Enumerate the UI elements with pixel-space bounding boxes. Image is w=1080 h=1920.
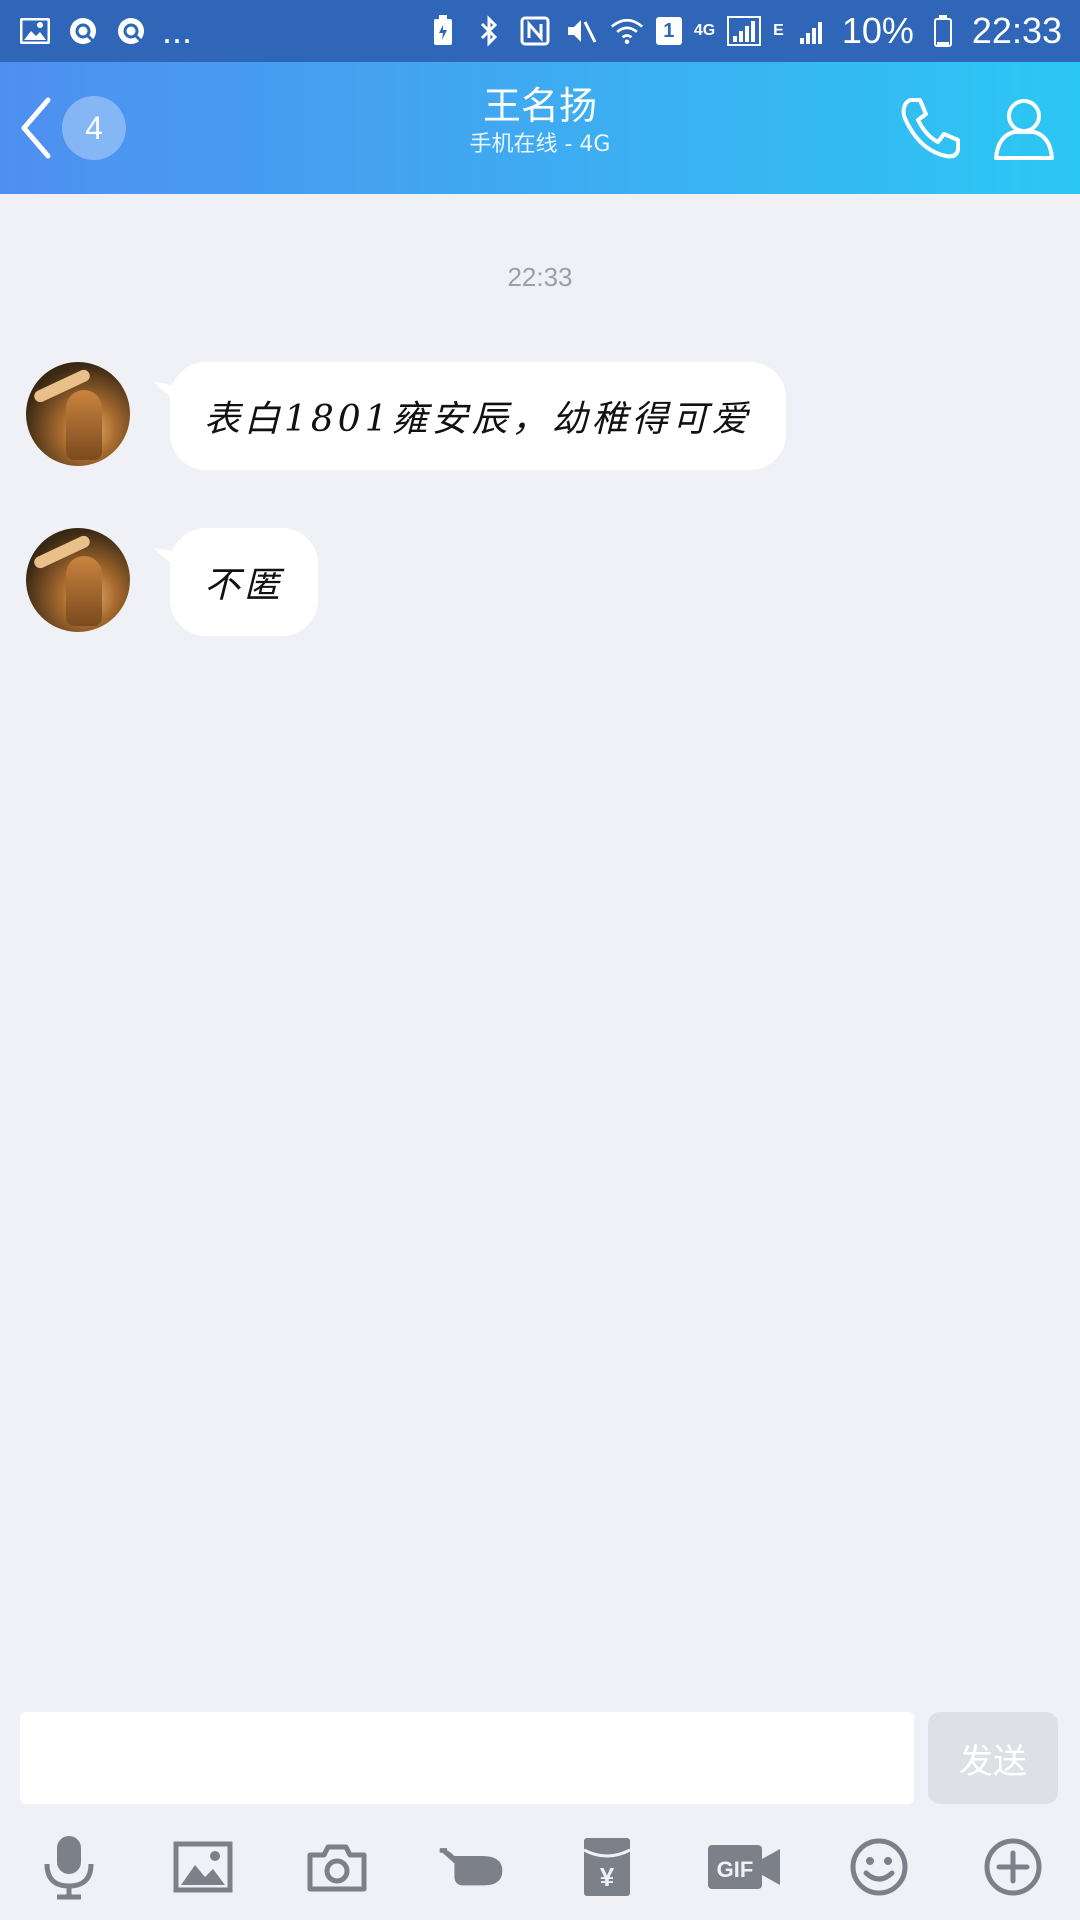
unread-count-badge: 4	[62, 96, 126, 160]
microphone-icon	[44, 1836, 94, 1900]
contact-avatar[interactable]	[26, 362, 130, 466]
edge-label: E	[773, 22, 784, 39]
input-toolbar: ¥ GIF	[0, 1832, 1080, 1902]
message-input[interactable]	[20, 1712, 914, 1804]
image-icon	[173, 1841, 233, 1893]
avatar-figure	[66, 390, 102, 460]
image-button[interactable]	[168, 1832, 238, 1902]
voice-button[interactable]	[34, 1832, 104, 1902]
red-packet-button[interactable]: ¥	[572, 1832, 642, 1902]
status-right: 1 4G E 10% 22:33	[426, 0, 1080, 62]
back-chevron-icon	[21, 97, 51, 159]
profile-icon	[994, 99, 1054, 160]
gallery-notification-icon	[18, 14, 52, 48]
battery-saver-icon	[426, 14, 460, 48]
qq-notification-icon	[66, 14, 100, 48]
message-bubble[interactable]: 表白1801雍安辰，幼稚得可爱	[170, 362, 786, 470]
poke-button[interactable]	[436, 1832, 506, 1902]
chat-header: 4 王名扬 手机在线 - 4G	[0, 62, 1080, 194]
gif-button[interactable]: GIF	[704, 1832, 784, 1902]
more-button[interactable]	[978, 1832, 1048, 1902]
plus-icon	[984, 1838, 1042, 1896]
signal-icon-2	[796, 14, 830, 48]
contact-title[interactable]: 王名扬 手机在线 - 4G	[240, 82, 840, 160]
red-packet-icon: ¥	[583, 1838, 631, 1896]
battery-percent: 10%	[841, 10, 914, 51]
contact-name: 王名扬	[482, 84, 597, 128]
send-button[interactable]: 发送	[928, 1712, 1058, 1804]
profile-button[interactable]	[990, 94, 1058, 162]
back-button[interactable]: 4	[18, 92, 130, 164]
sim-slot-icon: 1	[655, 17, 682, 45]
emoji-icon	[850, 1838, 908, 1896]
time-divider: 22:33	[507, 262, 573, 292]
more-notifications-indicator: ...	[162, 10, 193, 51]
signal-icon-1	[727, 14, 762, 48]
camera-icon	[307, 1844, 367, 1892]
avatar-figure	[66, 556, 102, 626]
network-type-label: 4G	[693, 22, 716, 39]
gif-icon: GIF	[708, 1845, 780, 1889]
contact-status: 手机在线 - 4G	[469, 132, 611, 157]
status-bar: ... 1 4G E 10% 22:33	[0, 0, 1080, 62]
emoji-button[interactable]	[844, 1832, 914, 1902]
message-bubble[interactable]: 不匿	[170, 528, 319, 636]
phone-call-button[interactable]	[896, 94, 964, 162]
gif-label: GIF	[717, 1857, 754, 1882]
battery-icon	[926, 14, 960, 48]
contact-avatar[interactable]	[26, 528, 130, 632]
camera-button[interactable]	[302, 1832, 372, 1902]
wifi-icon	[610, 14, 644, 48]
poke-hand-icon	[439, 1848, 503, 1886]
phone-icon	[901, 98, 960, 159]
qq-notification-icon-2	[114, 14, 148, 48]
status-left: ...	[0, 0, 192, 62]
status-time: 22:33	[971, 10, 1062, 51]
yuan-symbol: ¥	[600, 1862, 615, 1892]
mute-icon	[564, 14, 598, 48]
bluetooth-icon	[472, 14, 506, 48]
nfc-icon	[518, 14, 552, 48]
